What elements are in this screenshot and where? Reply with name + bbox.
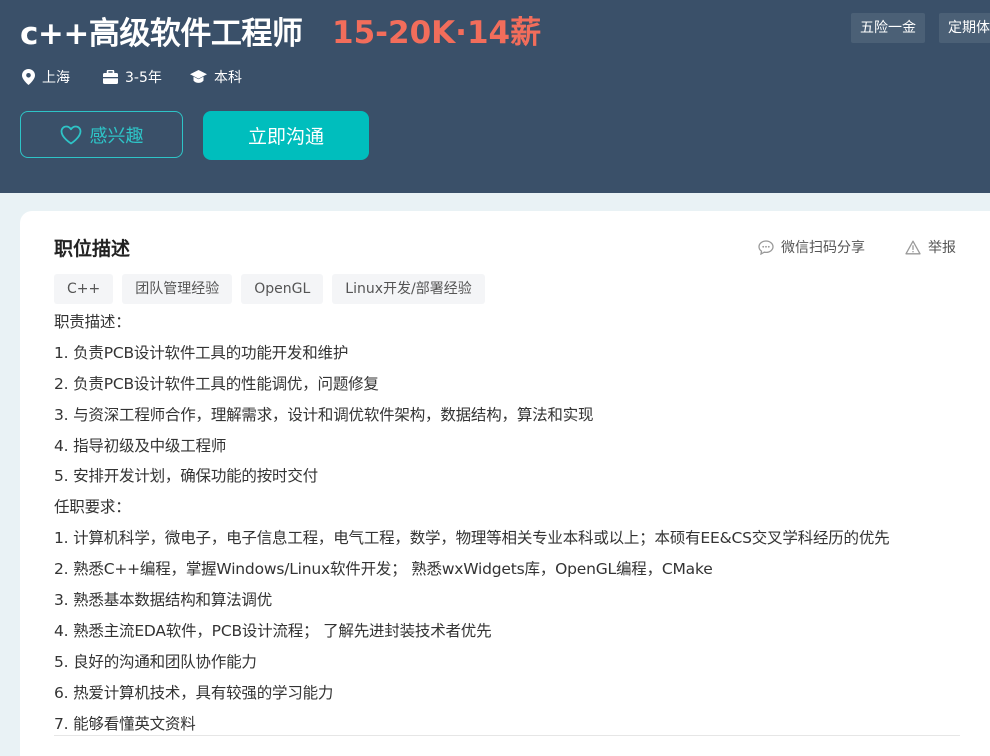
skill-tag: C++ — [54, 274, 114, 304]
chat-now-label: 立即沟通 — [247, 126, 324, 148]
interest-button[interactable]: 感兴趣 — [20, 111, 183, 158]
skill-tag: Linux开发/部署经验 — [332, 274, 485, 304]
chat-now-button[interactable]: 立即沟通 — [203, 111, 369, 160]
location-text: 上海 — [42, 70, 70, 86]
description-line: 5. 安排开发计划，确保功能的按时交付 — [54, 467, 318, 486]
skill-tags: C++ 团队管理经验 OpenGL Linux开发/部署经验 — [54, 274, 494, 304]
report-link[interactable]: 举报 — [905, 237, 956, 257]
job-title: c++高级软件工程师 — [20, 16, 303, 52]
description-line: 2. 熟悉C++编程，掌握Windows/Linux软件开发； 熟悉wxWidg… — [54, 560, 713, 579]
description-line: 3. 熟悉基本数据结构和算法调优 — [54, 591, 273, 610]
interest-label: 感兴趣 — [89, 125, 144, 147]
description-line: 1. 负责PCB设计软件工具的功能开发和维护 — [54, 343, 349, 362]
warning-icon — [905, 240, 921, 254]
job-salary: 15-20K·14薪 — [332, 15, 542, 51]
job-description-card: 职位描述 微信扫码分享 举报 C++ 团队管理经验 OpenGL Linux开发… — [20, 211, 990, 756]
heart-icon — [60, 125, 81, 144]
description-line: 4. 熟悉主流EDA软件，PCB设计流程； 了解先进封装技术者优先 — [54, 621, 492, 640]
description-line: 任职要求： — [54, 498, 131, 517]
welfare-tag: 定期体 — [939, 13, 990, 43]
job-experience: 3-5年 — [103, 66, 162, 88]
job-location: 上海 — [22, 66, 70, 88]
description-line: 2. 负责PCB设计软件工具的性能调优，问题修复 — [54, 374, 379, 393]
description-line: 6. 热爱计算机技术，具有较强的学习能力 — [54, 683, 334, 702]
job-description-text: 职责描述： 1. 负责PCB设计软件工具的功能开发和维护 2. 负责PCB设计软… — [54, 307, 974, 739]
description-line: 4. 指导初级及中级工程师 — [54, 436, 227, 455]
briefcase-icon — [103, 70, 118, 84]
wechat-share-link[interactable]: 微信扫码分享 — [758, 237, 865, 257]
report-label: 举报 — [928, 240, 956, 256]
share-label: 微信扫码分享 — [781, 240, 865, 256]
job-header: c++高级软件工程师 15-20K·14薪 五险一金 定期体 上海 3-5年 本… — [0, 0, 990, 193]
description-line: 3. 与资深工程师合作，理解需求，设计和调优软件架构，数据结构，算法和实现 — [54, 405, 594, 424]
skill-tag: 团队管理经验 — [122, 274, 233, 304]
graduation-cap-icon — [190, 70, 207, 83]
skill-tag: OpenGL — [241, 274, 324, 304]
experience-text: 3-5年 — [125, 70, 162, 86]
section-title: 职位描述 — [54, 238, 131, 260]
welfare-tag: 五险一金 — [851, 13, 925, 43]
section-divider — [54, 735, 960, 736]
chat-bubble-icon — [758, 239, 774, 255]
degree-text: 本科 — [214, 70, 242, 86]
description-line: 5. 良好的沟通和团队协作能力 — [54, 652, 257, 671]
description-line: 职责描述： — [54, 313, 131, 331]
location-pin-icon — [22, 69, 35, 85]
description-line: 1. 计算机科学，微电子，电子信息工程，电气工程，数学，物理等相关专业本科或以上… — [54, 529, 890, 548]
job-degree: 本科 — [190, 66, 242, 88]
